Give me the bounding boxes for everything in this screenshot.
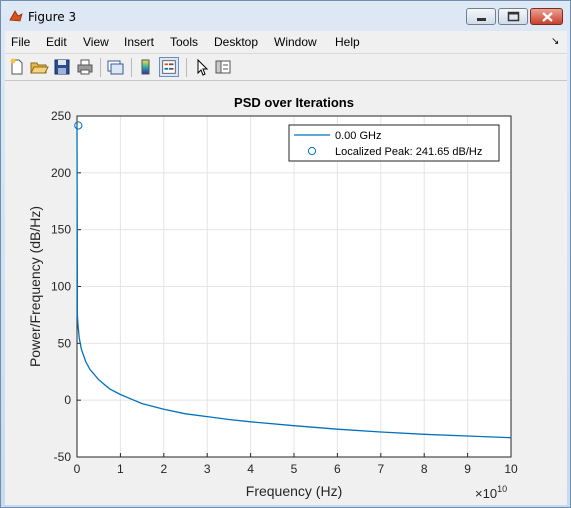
x-axis-exponent: ×1010 bbox=[475, 484, 507, 501]
matlab-icon bbox=[9, 10, 23, 22]
toolbar-separator bbox=[100, 58, 101, 77]
y-tick-label: 150 bbox=[51, 223, 71, 237]
x-tick-label: 5 bbox=[291, 462, 298, 476]
x-exponent-power: 10 bbox=[497, 484, 507, 494]
x-tick-label: 8 bbox=[421, 462, 428, 476]
save-icon[interactable] bbox=[52, 57, 72, 77]
menu-tools[interactable]: Tools bbox=[170, 35, 198, 49]
x-tick-label: 2 bbox=[160, 462, 167, 476]
figure-toolbar bbox=[5, 53, 567, 81]
legend-entry-peak: Localized Peak: 241.65 dB/Hz bbox=[335, 146, 482, 158]
x-tick-label: 6 bbox=[334, 462, 341, 476]
window-title: Figure 3 bbox=[28, 10, 77, 24]
minimize-button[interactable] bbox=[466, 8, 496, 25]
maximize-icon bbox=[507, 11, 520, 22]
pointer-icon[interactable] bbox=[192, 57, 212, 77]
open-file-icon[interactable] bbox=[29, 57, 49, 77]
title-bar[interactable]: Figure 3 bbox=[1, 1, 570, 31]
y-tick-label: 0 bbox=[64, 393, 71, 407]
menu-window[interactable]: Window bbox=[274, 35, 317, 49]
x-tick-label: 3 bbox=[204, 462, 211, 476]
x-tick-label: 0 bbox=[74, 462, 81, 476]
x-tick-label: 1 bbox=[117, 462, 124, 476]
maximize-button[interactable] bbox=[498, 8, 528, 25]
y-tick-label: 200 bbox=[51, 166, 71, 180]
print-icon[interactable] bbox=[75, 57, 95, 77]
link-plot-icon[interactable] bbox=[105, 57, 125, 77]
x-tick-label: 4 bbox=[247, 462, 254, 476]
chart-title: PSD over Iterations bbox=[234, 95, 354, 110]
colorbar-icon[interactable] bbox=[136, 57, 156, 77]
toolbar-separator bbox=[131, 58, 132, 77]
menu-insert[interactable]: Insert bbox=[124, 35, 154, 49]
chart-legend[interactable]: 0.00 GHz Localized Peak: 241.65 dB/Hz bbox=[288, 124, 500, 162]
menu-file[interactable]: File bbox=[11, 35, 30, 49]
y-tick-label: 250 bbox=[51, 109, 71, 123]
property-editor-icon[interactable] bbox=[213, 57, 233, 77]
x-tick-label: 7 bbox=[377, 462, 384, 476]
toolbar-separator bbox=[186, 58, 187, 77]
x-axis-label: Frequency (Hz) bbox=[246, 483, 342, 499]
close-icon bbox=[542, 12, 553, 22]
new-figure-icon[interactable] bbox=[7, 57, 27, 77]
minimize-icon bbox=[477, 18, 486, 21]
y-tick-label: -50 bbox=[54, 450, 72, 464]
menu-desktop[interactable]: Desktop bbox=[214, 35, 258, 49]
menu-edit[interactable]: Edit bbox=[46, 35, 67, 49]
y-tick-label: 50 bbox=[58, 336, 72, 350]
menu-view[interactable]: View bbox=[83, 35, 109, 49]
x-tick-label: 10 bbox=[504, 462, 518, 476]
y-axis-label: Power/Frequency (dB/Hz) bbox=[27, 206, 43, 367]
legend-entry-series: 0.00 GHz bbox=[335, 130, 381, 142]
dock-arrow-icon[interactable]: ↘ bbox=[551, 36, 559, 47]
legend-icon[interactable] bbox=[159, 57, 179, 77]
x-exponent-base: ×10 bbox=[475, 486, 497, 501]
figure-window: Figure 3 File Edit View Insert Tools Des… bbox=[0, 0, 571, 508]
menu-help[interactable]: Help bbox=[335, 35, 360, 49]
close-button[interactable] bbox=[530, 8, 563, 25]
y-tick-label: 100 bbox=[51, 280, 71, 294]
x-tick-label: 9 bbox=[464, 462, 471, 476]
psd-chart: 0 1 2 3 4 5 6 7 8 9 10-50050100150200250 PSD over … bbox=[27, 95, 518, 501]
figure-area: 0 1 2 3 4 5 6 7 8 9 10 -50 0 50 100 150 200 250 PSD over … bbox=[5, 81, 567, 505]
menu-bar: File Edit View Insert Tools Desktop Wind… bbox=[5, 31, 567, 53]
